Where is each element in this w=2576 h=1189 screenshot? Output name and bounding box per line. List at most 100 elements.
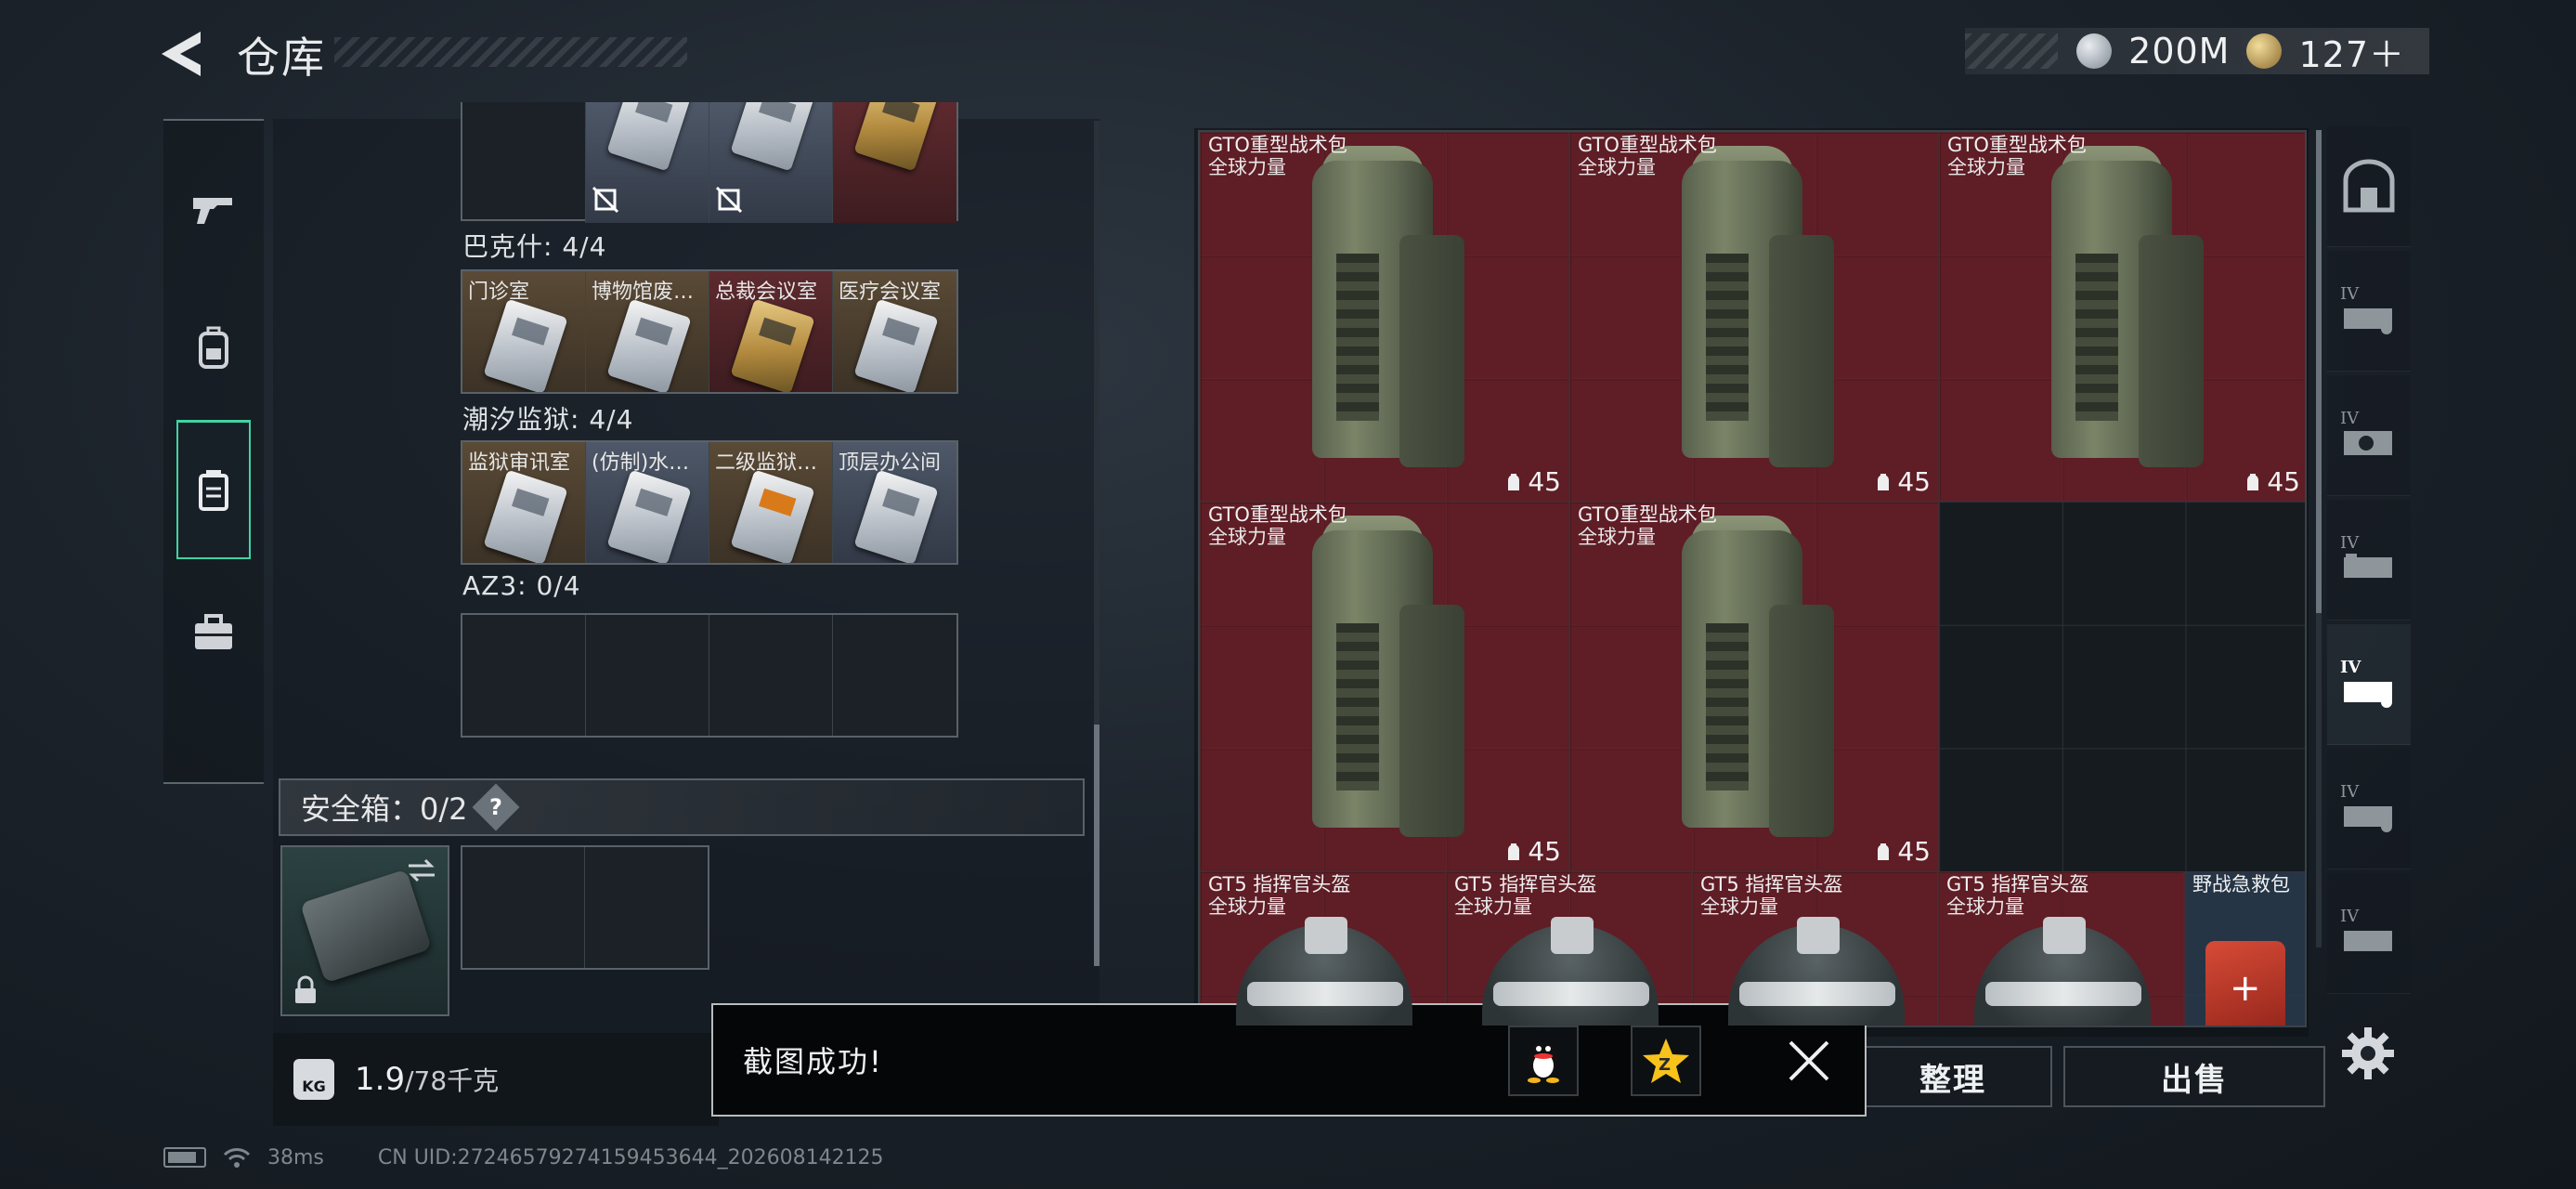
durability-value: 45 [1528, 466, 1561, 497]
weight-value: 1.9/78千克 [355, 1061, 499, 1098]
key-slot[interactable]: 博物馆废… [586, 271, 709, 392]
keycard-icon [606, 102, 692, 172]
key-label: 医疗会议室 [839, 281, 942, 304]
key-slot[interactable]: 二级监狱… [709, 442, 833, 563]
item-name: GT5 指挥官头盔 [1208, 873, 1351, 895]
close-icon[interactable] [1783, 1035, 1835, 1087]
tab-toolbox[interactable] [163, 563, 264, 702]
tab-case-1[interactable]: IV [2327, 251, 2411, 372]
back-chevron-icon[interactable] [158, 30, 214, 78]
tab-case-5[interactable]: IV [2327, 749, 2411, 869]
safe-slot[interactable] [462, 847, 585, 968]
share-qq-button[interactable] [1508, 1026, 1579, 1096]
svg-text:IV: IV [2340, 658, 2361, 677]
currency-stripe-decoration [1965, 33, 2058, 69]
durability: 45 [1875, 836, 1931, 867]
sort-button[interactable]: 整理 [1854, 1046, 2052, 1107]
key-slot[interactable]: 顶层办公间 [833, 442, 956, 563]
tab-storage[interactable] [176, 420, 251, 559]
inventory-grid[interactable]: GTO重型战术包 全球力量 45 GTO重型战术包 全球力量 45 GTO重型战… [1198, 130, 2307, 1027]
inventory-item[interactable]: GTO重型战术包 全球力量 45 [1569, 132, 1939, 502]
share-qzone-button[interactable]: Z [1631, 1026, 1701, 1096]
currency-bar: 200M 127＋ [1965, 26, 2429, 77]
silver-coin-icon [2076, 33, 2113, 69]
inventory-item[interactable]: GTO重型战术包 全球力量 45 [1200, 502, 1569, 871]
help-icon[interactable]: ? [472, 783, 519, 831]
title-decoration [334, 37, 687, 67]
item-faction: 全球力量 [1454, 895, 1532, 918]
inventory-item[interactable]: GT5 指挥官头盔 全球力量 [1200, 871, 1446, 1026]
item-faction: 全球力量 [1208, 156, 1286, 178]
tab-vault[interactable] [2327, 126, 2411, 247]
durability: 45 [1875, 466, 1931, 497]
sell-button[interactable]: 出售 [2063, 1046, 2325, 1107]
tab-case-2[interactable]: IV [2327, 375, 2411, 496]
inventory-item[interactable]: GTO重型战术包 全球力量 45 [1569, 502, 1939, 871]
tab-case-6[interactable]: IV [2327, 873, 2411, 994]
medkit-image [2205, 941, 2285, 1026]
key-slot[interactable]: 总裁会议室 [709, 271, 833, 392]
key-slot[interactable] [586, 102, 709, 223]
key-slot[interactable]: (仿制)水… [586, 442, 709, 563]
backpack-side [2139, 235, 2204, 467]
item-name: GT5 指挥官头盔 [1946, 873, 2089, 895]
backpack-side [1399, 235, 1464, 467]
help-glyph: ? [488, 793, 502, 820]
key-slot[interactable]: 监狱审讯室 [462, 442, 586, 563]
tier-iv-case-icon: IV [2340, 907, 2392, 951]
inventory-item[interactable]: GTO重型战术包 全球力量 45 [1200, 132, 1569, 502]
swap-icon[interactable] [405, 856, 438, 884]
key-slot[interactable] [833, 102, 956, 223]
inventory-item[interactable]: GT5 指挥官头盔 全球力量 [1446, 871, 1692, 1026]
inventory-item[interactable]: GT5 指挥官头盔 全球力量 [1692, 871, 1938, 1026]
svg-text:IV: IV [2340, 284, 2360, 304]
backpack-strap [2075, 254, 2118, 421]
inventory-item[interactable]: 野战急救包 [2184, 871, 2305, 1026]
storage-tabs: IV IV IV IV IV IV [2327, 126, 2411, 1009]
key-slot[interactable] [833, 615, 956, 736]
keycard-icon [853, 298, 939, 392]
key-label: 门诊室 [468, 281, 530, 304]
key-label: (仿制)水… [592, 451, 690, 475]
key-slot[interactable]: 门诊室 [462, 271, 586, 392]
safe-box-container[interactable] [280, 845, 449, 1016]
currency-b-value[interactable]: 127＋ [2298, 26, 2405, 77]
helmet-mount [1797, 917, 1840, 954]
inventory-item[interactable]: GTO重型战术包 全球力量 45 [1939, 132, 2305, 502]
vault-icon [2343, 159, 2395, 212]
key-slot[interactable] [462, 102, 586, 223]
item-faction: 全球力量 [1946, 895, 2024, 918]
right-scrollbar-thumb[interactable] [2316, 130, 2322, 613]
durability-icon [2247, 473, 2259, 490]
safe-slot[interactable] [585, 847, 708, 968]
helmet-mount [1551, 917, 1594, 954]
durability: 45 [1505, 466, 1561, 497]
key-slot[interactable] [709, 102, 833, 223]
item-name: GT5 指挥官头盔 [1454, 873, 1597, 895]
durability-icon [1878, 843, 1890, 860]
inventory-item[interactable]: GT5 指挥官头盔 全球力量 [1938, 871, 2184, 1026]
svg-text:IV: IV [2340, 782, 2360, 802]
toolbox-icon [195, 614, 232, 649]
key-slot[interactable]: 医疗会议室 [833, 271, 956, 392]
item-faction: 全球力量 [1578, 526, 1656, 548]
key-slot[interactable] [586, 615, 709, 736]
item-faction: 全球力量 [1208, 526, 1286, 548]
tab-backpack[interactable] [163, 279, 264, 418]
keycard-icon [606, 298, 692, 392]
key-label: 监狱审讯室 [468, 451, 571, 475]
key-slot[interactable] [709, 615, 833, 736]
keycard-icon [606, 469, 692, 563]
tab-weapons[interactable] [163, 139, 264, 279]
key-slot[interactable] [462, 615, 586, 736]
gear-icon[interactable] [2338, 1024, 2398, 1083]
helmet-visor [1739, 982, 1895, 1006]
tab-case-4-active[interactable]: IV [2327, 624, 2411, 745]
durability: 45 [2244, 466, 2300, 497]
item-name: GTO重型战术包 [1208, 134, 1347, 156]
currency-a-value: 200M [2128, 31, 2231, 72]
tab-case-3[interactable]: IV [2327, 500, 2411, 621]
left-scrollbar-thumb[interactable] [1094, 725, 1099, 966]
weight-icon: KG [293, 1059, 334, 1100]
durability-icon [1508, 473, 1520, 490]
